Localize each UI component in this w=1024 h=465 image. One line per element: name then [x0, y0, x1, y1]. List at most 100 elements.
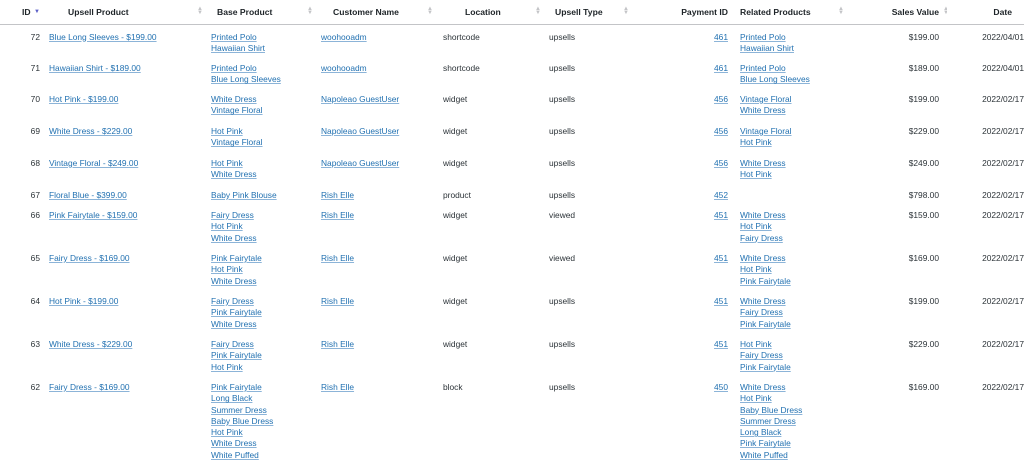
- related-product-link[interactable]: Vintage Floral: [740, 94, 846, 105]
- payment-id-link[interactable]: 461: [714, 63, 728, 73]
- base-product-link[interactable]: White Dress: [211, 94, 313, 105]
- column-header-related-products[interactable]: Related Products ▲ ▼: [732, 0, 850, 25]
- customer-name-link[interactable]: Rish Elle: [321, 253, 435, 264]
- base-product-link[interactable]: Printed Polo: [211, 32, 313, 43]
- base-product-link[interactable]: Fairy Dress: [211, 296, 313, 307]
- payment-id-link[interactable]: 451: [714, 210, 728, 220]
- payment-id-link[interactable]: 450: [714, 382, 728, 392]
- upsell-product-link[interactable]: Fairy Dress - $169.00: [49, 253, 203, 264]
- related-product-link[interactable]: Pink Fairytale: [740, 319, 846, 330]
- related-product-link[interactable]: Hot Pink: [740, 169, 846, 180]
- related-product-link[interactable]: Summer Dress: [740, 416, 846, 427]
- payment-id-link[interactable]: 451: [714, 253, 728, 263]
- related-product-link[interactable]: Printed Polo: [740, 32, 846, 43]
- base-product-link[interactable]: Hot Pink: [211, 221, 313, 232]
- related-product-link[interactable]: Pink Fairytale: [740, 438, 846, 449]
- related-product-link[interactable]: Long Black: [740, 427, 846, 438]
- payment-id-link[interactable]: 461: [714, 32, 728, 42]
- related-product-link[interactable]: Fairy Dress: [740, 307, 846, 318]
- base-product-link[interactable]: Pink Fairytale: [211, 307, 313, 318]
- related-product-link[interactable]: Hot Pink: [740, 339, 846, 350]
- related-product-link[interactable]: Hawaiian Shirt: [740, 43, 846, 54]
- base-product-link[interactable]: Pink Fairytale: [211, 382, 313, 393]
- base-product-link[interactable]: White Dress: [211, 438, 313, 449]
- column-header-upsell-product[interactable]: Upsell Product ▲ ▼: [44, 0, 207, 25]
- column-header-sales-value[interactable]: Sales Value ▲▼: [850, 0, 949, 25]
- base-product-link[interactable]: Hot Pink: [211, 264, 313, 275]
- customer-name-link[interactable]: Rish Elle: [321, 296, 435, 307]
- related-product-link[interactable]: Hot Pink: [740, 393, 846, 404]
- customer-name-link[interactable]: Napoleao GuestUser: [321, 158, 435, 169]
- base-product-link[interactable]: Fairy Dress: [211, 210, 313, 221]
- payment-id-link[interactable]: 456: [714, 126, 728, 136]
- related-product-link[interactable]: White Dress: [740, 158, 846, 169]
- related-product-link[interactable]: White Dress: [740, 296, 846, 307]
- base-product-link[interactable]: Hawaiian Shirt: [211, 43, 313, 54]
- base-product-link[interactable]: Hot Pink: [211, 126, 313, 137]
- column-header-upsell-type[interactable]: Upsell Type ▲ ▼: [545, 0, 633, 25]
- customer-name-link[interactable]: Rish Elle: [321, 210, 435, 221]
- related-product-link[interactable]: Hot Pink: [740, 264, 846, 275]
- base-product-link[interactable]: White Puffed: [211, 450, 313, 461]
- related-product-link[interactable]: Hot Pink: [740, 221, 846, 232]
- payment-id-link[interactable]: 451: [714, 296, 728, 306]
- customer-name-link[interactable]: woohooadm: [321, 63, 435, 74]
- base-product-link[interactable]: Baby Pink Blouse: [211, 190, 313, 201]
- base-product-link[interactable]: Pink Fairytale: [211, 350, 313, 361]
- related-product-link[interactable]: White Dress: [740, 253, 846, 264]
- related-product-link[interactable]: White Dress: [740, 210, 846, 221]
- base-product-link[interactable]: Long Black: [211, 393, 313, 404]
- payment-id-link[interactable]: 452: [714, 190, 728, 200]
- base-product-link[interactable]: Hot Pink: [211, 362, 313, 373]
- upsell-product-link[interactable]: White Dress - $229.00: [49, 339, 203, 350]
- column-header-id[interactable]: ID ▼: [0, 0, 44, 25]
- base-product-link[interactable]: Vintage Floral: [211, 137, 313, 148]
- payment-id-link[interactable]: 451: [714, 339, 728, 349]
- base-product-link[interactable]: Printed Polo: [211, 63, 313, 74]
- upsell-product-link[interactable]: Vintage Floral - $249.00: [49, 158, 203, 169]
- base-product-link[interactable]: Hot Pink: [211, 158, 313, 169]
- column-header-base-product[interactable]: Base Product ▲ ▼: [207, 0, 317, 25]
- base-product-link[interactable]: White Dress: [211, 276, 313, 287]
- upsell-product-link[interactable]: Hot Pink - $199.00: [49, 94, 203, 105]
- upsell-product-link[interactable]: White Dress - $229.00: [49, 126, 203, 137]
- upsell-product-link[interactable]: Hot Pink - $199.00: [49, 296, 203, 307]
- customer-name-link[interactable]: Rish Elle: [321, 382, 435, 393]
- related-product-link[interactable]: Vintage Floral: [740, 126, 846, 137]
- related-product-link[interactable]: Fairy Dress: [740, 350, 846, 361]
- upsell-product-link[interactable]: Fairy Dress - $169.00: [49, 382, 203, 393]
- base-product-link[interactable]: White Dress: [211, 169, 313, 180]
- base-product-link[interactable]: Vintage Floral: [211, 105, 313, 116]
- upsell-product-link[interactable]: Hawaiian Shirt - $189.00: [49, 63, 203, 74]
- base-product-link[interactable]: White Dress: [211, 233, 313, 244]
- customer-name-link[interactable]: woohooadm: [321, 32, 435, 43]
- upsell-product-link[interactable]: Pink Fairytale - $159.00: [49, 210, 203, 221]
- payment-id-link[interactable]: 456: [714, 94, 728, 104]
- base-product-link[interactable]: Hot Pink: [211, 427, 313, 438]
- base-product-link[interactable]: White Dress: [211, 319, 313, 330]
- related-product-link[interactable]: Baby Blue Dress: [740, 405, 846, 416]
- related-product-link[interactable]: Fairy Dress: [740, 233, 846, 244]
- column-header-payment-id[interactable]: Payment ID: [633, 0, 732, 25]
- customer-name-link[interactable]: Rish Elle: [321, 339, 435, 350]
- base-product-link[interactable]: Fairy Dress: [211, 339, 313, 350]
- base-product-link[interactable]: Pink Fairytale: [211, 253, 313, 264]
- customer-name-link[interactable]: Rish Elle: [321, 190, 435, 201]
- payment-id-link[interactable]: 456: [714, 158, 728, 168]
- related-product-link[interactable]: White Dress: [740, 382, 846, 393]
- related-product-link[interactable]: Hot Pink: [740, 137, 846, 148]
- related-product-link[interactable]: White Dress: [740, 105, 846, 116]
- column-header-customer-name[interactable]: Customer Name ▲ ▼: [317, 0, 439, 25]
- related-product-link[interactable]: Pink Fairytale: [740, 276, 846, 287]
- related-product-link[interactable]: Blue Long Sleeves: [740, 74, 846, 85]
- customer-name-link[interactable]: Napoleao GuestUser: [321, 126, 435, 137]
- column-header-location[interactable]: Location ▲ ▼: [439, 0, 545, 25]
- base-product-link[interactable]: Baby Blue Dress: [211, 416, 313, 427]
- base-product-link[interactable]: Summer Dress: [211, 405, 313, 416]
- customer-name-link[interactable]: Napoleao GuestUser: [321, 94, 435, 105]
- upsell-product-link[interactable]: Blue Long Sleeves - $199.00: [49, 32, 203, 43]
- upsell-product-link[interactable]: Floral Blue - $399.00: [49, 190, 203, 201]
- related-product-link[interactable]: Pink Fairytale: [740, 362, 846, 373]
- column-header-date[interactable]: Date: [947, 0, 1024, 25]
- related-product-link[interactable]: Printed Polo: [740, 63, 846, 74]
